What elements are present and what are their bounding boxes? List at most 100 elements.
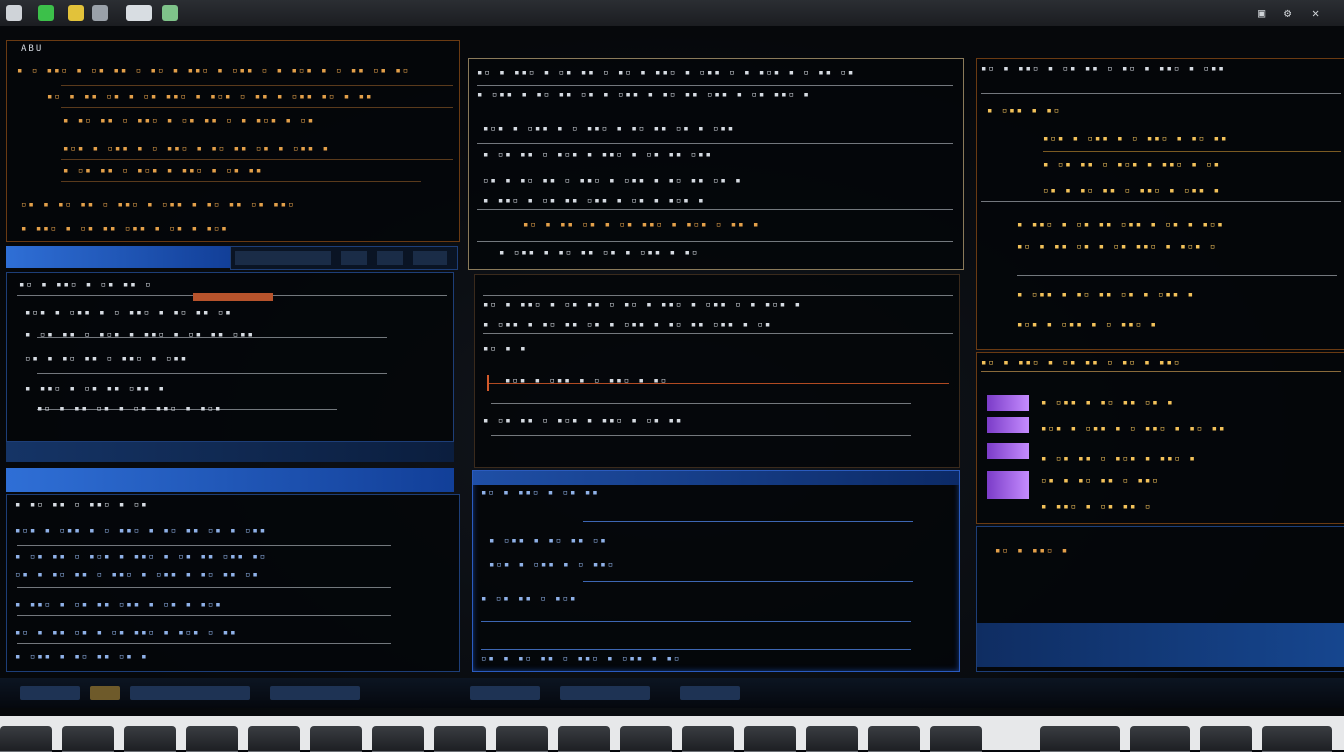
taskbar-item[interactable] — [470, 686, 540, 700]
yellow-icon[interactable] — [68, 5, 84, 21]
color-swatch[interactable] — [987, 471, 1029, 499]
keyboard-key — [186, 726, 238, 752]
toolbar-extension — [230, 246, 458, 270]
list-item[interactable]: ▫▪ ▪ ▪▫ ▪▪ ▫ ▪▪▫ ▪ ▫▪▪ — [25, 353, 245, 365]
workspace: ABU ▪ ▫ ▪▪▫ ▪ ▫▪ ▪▪ ▫ ▪▫ ▪ ▪▪▫ ▪ ▫▪▪ ▫ ▪… — [0, 26, 1344, 716]
color-swatch[interactable] — [987, 395, 1029, 411]
text-line: ▫▪ ▪ ▪▫ ▪▪ ▫ ▪▪▫ ▪ ▫▪▪ ▪ — [1043, 186, 1222, 196]
taskbar-item[interactable] — [270, 686, 360, 700]
list-item[interactable]: ▪▫▪ ▪ ▫▪▪ ▪ ▫ ▪▪▫ ▪ ▪▫ ▪▪ ▫▪ — [25, 307, 285, 319]
section-header-active[interactable] — [6, 468, 454, 492]
text-line: ▪▫▪ ▪ ▫▪▪ ▪ ▫ ▪▪▫ ▪ — [1017, 320, 1158, 330]
text-line: ▫▪ ▪ ▪▫ ▪▪ ▫ ▪▪▫ ▪ ▫▪▪ ▪ ▪▫ ▪▪ ▫▪ ▪ — [483, 176, 743, 186]
keyboard — [0, 716, 1344, 752]
settings-icon[interactable]: ⚙ — [1284, 6, 1291, 20]
panel-right-mid: ▪▫ ▪ ▪▪▫ ▪ ▫▪ ▪▪ ▫ ▪▫ ▪ ▪▪▫ ▪ ▫▪▪ ▪ ▪▫ ▪… — [976, 352, 1344, 524]
list-item[interactable]: ▪ ▫▪ ▪▪ ▫ ▪▫▪ ▪ ▪▪▫ ▪ ▫▪ ▪▪ ▫▪▪ — [25, 329, 375, 341]
panel-center-top: ▪▫ ▪ ▪▪▫ ▪ ▫▪ ▪▪ ▫ ▪▫ ▪ ▪▪▫ ▪ ▫▪▪ ▫ ▪ ▪▫… — [468, 58, 964, 270]
text-line: ▪▫ ▪ ▪▪ ▫▪ ▪ ▫▪ ▪▪▫ ▪ ▪▫▪ ▫ — [1017, 242, 1218, 252]
app-icon[interactable] — [6, 5, 22, 21]
list-item[interactable]: ▪ ▪▪▫ ▪ ▫▪ ▪▪ ▫▪▪ ▪ — [25, 383, 245, 395]
log-line: ▫▪ ▪ ▪▫ ▪▪ ▫ ▪▪▫ ▪ ▫▪▪ ▪ ▪▫ ▪▪ ▫▪ ▪▪▫ — [21, 200, 296, 210]
text-line: ▪ ▫▪ ▪▪ ▫ ▪▫▪ ▪ ▪▪▫ ▪ ▫▪ — [1043, 160, 1222, 170]
panel-title: ABU — [21, 44, 44, 54]
keyboard-key — [62, 726, 114, 752]
panel-left-mid: ▪▫ ▪ ▪▪▫ ▪ ▫▪ ▪▪ ▫ ▪▫▪ ▪ ▫▪▪ ▪ ▫ ▪▪▫ ▪ ▪… — [6, 272, 454, 442]
keyboard-key — [124, 726, 176, 752]
keyboard-key — [558, 726, 610, 752]
text-line: ▪▫▪ ▪ ▫▪▪ ▪ ▫ ▪▪▫ ▪ ▪▫ ▪▪ — [1043, 134, 1229, 144]
toolbar-button[interactable] — [341, 251, 367, 265]
taskbar-item[interactable] — [680, 686, 740, 700]
log-line: ▪ ▪▪▫ ▪ ▫▪ ▪▪ ▫▪▪ ▪ ▫▪ ▪ ▪▫▪ — [21, 224, 229, 234]
color-swatch[interactable] — [987, 417, 1029, 433]
folder-icon[interactable] — [126, 5, 152, 21]
title-bar: ▣ ⚙ ✕ — [0, 0, 1344, 27]
toolbar-button[interactable] — [377, 251, 403, 265]
panel-left-bottom: ▪ ▪▫ ▪▪ ▫ ▪▪▫ ▪ ▫▪ ▪▫▪ ▪ ▫▪▪ ▪ ▫ ▪▪▫ ▪ ▪… — [6, 494, 460, 672]
gear-icon[interactable] — [92, 5, 108, 21]
text-line: ▪▫▪ ▪ ▫▪▪ ▪ ▫ ▪▪▫ ▪ ▪▫ ▪▪ — [1041, 424, 1227, 434]
keyboard-key — [496, 726, 548, 752]
text-line: ▪ ▫▪▪ ▪ ▪▫ ▪▪ ▫▪ ▪ — [1041, 398, 1175, 408]
list-item[interactable]: ▪▫▪ ▪ ▫▪▪ ▪ ▫ ▪▪▫ ▪ ▪▫ ▪▪ ▫▪ ▪ ▫▪▪ — [15, 525, 395, 537]
text-line: ▪ ▫▪ ▪▪ ▫ ▪▫▪ ▪ ▪▪▫ ▪ ▫▪ ▪▪ — [483, 416, 684, 426]
keyboard-key — [0, 726, 52, 752]
text-line: ▪▫ ▪ ▪▪▫ ▪ ▫▪ ▪▪ ▫ ▪▫ ▪ ▪▪▫ ▪ ▫▪▪ ▫ ▪ ▪▫… — [477, 68, 856, 78]
list-item[interactable]: ▪ ▫▪ ▪▪ ▫ ▪▫▪ ▪ ▪▪▫ ▪ ▫▪ ▪▪ ▫▪▪ ▪▫ — [15, 551, 395, 563]
panel-left-top: ABU ▪ ▫ ▪▪▫ ▪ ▫▪ ▪▪ ▫ ▪▫ ▪ ▪▪▫ ▪ ▫▪▪ ▫ ▪… — [6, 40, 460, 242]
list-item[interactable]: ▪▫ ▪ ▪▪ ▫▪ ▪ ▫▪ ▪▪▫ ▪ ▪▫▪ — [37, 403, 317, 415]
text-line: ▪▫ ▪ ▪▪▫ ▪ ▫▪ ▪▪ ▫ ▪▫ ▪ ▪▪▫ ▪ ▫▪▪ — [981, 64, 1226, 74]
keyboard-key — [682, 726, 734, 752]
list-item[interactable]: ▪ ▪▫ ▪▪ ▫ ▪▪▫ ▪ ▫▪ — [15, 499, 245, 511]
keyboard-key — [620, 726, 672, 752]
list-item[interactable]: ▪ ▫▪ ▪▪ ▫ ▪▫▪ — [481, 593, 681, 605]
taskbar-item[interactable] — [560, 686, 650, 700]
list-item[interactable]: ▫▪ ▪ ▪▫ ▪▪ ▫ ▪▪▫ ▪ ▫▪▪ ▪ ▪▫ — [481, 653, 881, 665]
panel-right-bottom: ▪▫ ▪ ▪▪▫ ▪ — [976, 526, 1344, 672]
taskbar-item[interactable] — [20, 686, 80, 700]
keyboard-key — [806, 726, 858, 752]
status-strip[interactable] — [977, 623, 1344, 667]
toolbar-strip[interactable] — [6, 246, 230, 268]
list-item[interactable]: ▪ ▪▪▫ ▪ ▫▪ ▪▪ ▫▪▪ ▪ ▫▪ ▪ ▪▫▪ — [15, 599, 375, 611]
log-line: ▪ ▪▫ ▪▪ ▫ ▪▪▫ ▪ ▫▪ ▪▪ ▫ ▪ ▪▫▪ ▪ ▫▪ — [63, 116, 316, 126]
text-line: ▪ ▪▪▫ ▪ ▫▪ ▪▪ ▫▪▪ ▪ ▫▪ ▪ ▪▫▪ — [1017, 220, 1225, 230]
section-header[interactable] — [6, 442, 454, 462]
keyboard-key — [744, 726, 796, 752]
pin-icon[interactable]: ▣ — [1258, 6, 1265, 20]
text-line: ▪▫▪ ▪ ▫▪▪ ▪ ▫ ▪▪▫ ▪ ▪▫ — [505, 376, 669, 386]
green-icon[interactable] — [38, 5, 54, 21]
taskbar-item[interactable] — [90, 686, 120, 700]
keyboard-key — [434, 726, 486, 752]
panel-center-bottom: ▪▫ ▪ ▪▪▫ ▪ ▫▪ ▪▪ ▪ ▫▪▪ ▪ ▪▫ ▪▪ ▫▪ ▪▫▪ ▪ … — [472, 470, 960, 672]
text-line: ▪ ▫▪ ▪▪ ▫ ▪▫▪ ▪ ▪▪▫ ▪ ▫▪ ▪▪ ▫▪▪ — [483, 150, 713, 160]
keyboard-key — [868, 726, 920, 752]
text-line: ▪ ▫▪▪ ▪ ▪▫ ▪▪ ▫▪ ▪ ▫▪▪ ▪ ▪▫ — [499, 248, 700, 258]
list-item[interactable]: ▪▫ ▪ ▪▪▫ ▪ ▫▪ ▪▪ — [481, 487, 701, 499]
list-item[interactable]: ▫▪ ▪ ▪▫ ▪▪ ▫ ▪▪▫ ▪ ▫▪▪ ▪ ▪▫ ▪▪ ▫▪ — [15, 569, 395, 581]
color-swatch[interactable] — [987, 443, 1029, 459]
list-item[interactable]: ▪▫ ▪ ▪▪▫ ▪ ▫▪ ▪▪ ▫ — [19, 279, 189, 291]
list-item[interactable]: ▪▫ ▪ ▪▪ ▫▪ ▪ ▫▪ ▪▪▫ ▪ ▪▫▪ ▫ ▪▪ — [15, 627, 375, 639]
list-item[interactable]: ▪ ▫▪▪ ▪ ▪▫ ▪▪ ▫▪ ▪ — [15, 651, 295, 663]
close-icon[interactable]: ✕ — [1312, 6, 1319, 20]
cloud-icon[interactable] — [162, 5, 178, 21]
keyboard-key — [1130, 726, 1190, 752]
list-item[interactable]: ▪ ▫▪▪ ▪ ▪▫ ▪▪ ▫▪ — [489, 535, 719, 547]
keyboard-key — [248, 726, 300, 752]
keyboard-key — [1200, 726, 1252, 752]
panel-header[interactable] — [473, 471, 959, 485]
text-line: ▪▫ ▪ ▪▪▫ ▪ ▫▪ ▪▪ ▫ ▪▫ ▪ ▪▪▫ — [981, 358, 1182, 368]
text-line: ▪ ▫▪▪ ▪ ▪▫ ▪▪ ▫▪ ▪ ▫▪▪ ▪ ▪▫ ▪▪ ▫▪▪ ▪ ▫▪ — [483, 320, 773, 330]
text-line: ▪▫ ▪ ▪▪▫ ▪ — [995, 546, 1070, 556]
text-line: ▫▪ ▪ ▪▫ ▪▪ ▫ ▪▪▫ — [1041, 476, 1160, 486]
toolbar-button[interactable] — [235, 251, 331, 265]
log-line: ▪▫▪ ▪ ▫▪▪ ▪ ▫ ▪▪▫ ▪ ▪▫ ▪▪ ▫▪ ▪ ▫▪▪ ▪ — [63, 144, 331, 154]
log-line: ▪ ▫▪ ▪▪ ▫ ▪▫▪ ▪ ▪▪▫ ▪ ▫▪ ▪▪ — [63, 166, 264, 176]
log-line: ▪ ▫ ▪▪▫ ▪ ▫▪ ▪▪ ▫ ▪▫ ▪ ▪▪▫ ▪ ▫▪▪ ▫ ▪ ▪▫▪… — [17, 66, 411, 76]
list-item[interactable]: ▪▫▪ ▪ ▫▪▪ ▪ ▫ ▪▪▫ — [489, 559, 719, 571]
toolbar-button[interactable] — [413, 251, 447, 265]
taskbar — [0, 678, 1344, 708]
taskbar-item[interactable] — [130, 686, 250, 700]
